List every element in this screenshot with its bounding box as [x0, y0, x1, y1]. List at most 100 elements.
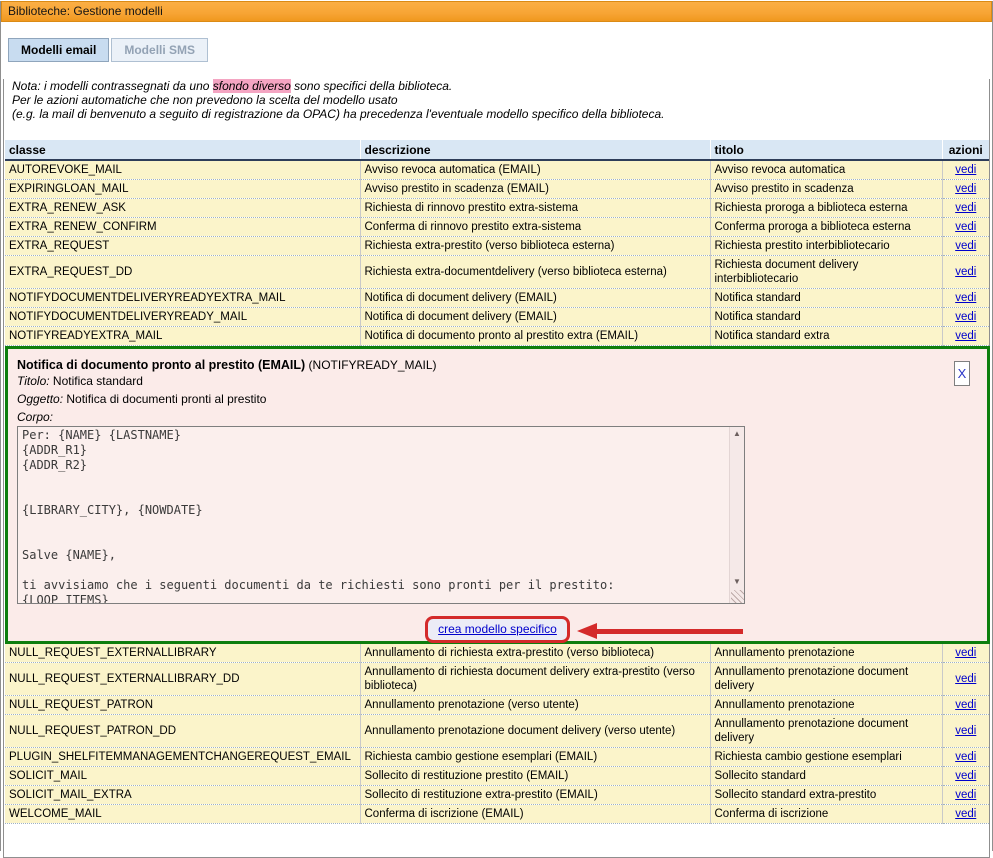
cell-azioni: vedi — [942, 199, 989, 218]
cell-descrizione: Richiesta di rinnovo prestito extra-sist… — [360, 199, 710, 218]
table-row: WELCOME_MAILConferma di iscrizione (EMAI… — [5, 805, 989, 824]
cell-azioni: vedi — [942, 180, 989, 199]
vedi-link[interactable]: vedi — [955, 673, 976, 685]
annotation-arrow-icon — [577, 623, 743, 639]
cell-azioni: vedi — [942, 715, 989, 748]
cell-descrizione: Annullamento di richiesta document deliv… — [360, 663, 710, 696]
crea-modello-specifico-link[interactable]: crea modello specifico — [438, 622, 557, 636]
table-row: NULL_REQUEST_EXTERNALLIBRARY_DDAnnullame… — [5, 663, 989, 696]
column-header-titolo: titolo — [710, 140, 942, 160]
cell-azioni: vedi — [942, 160, 989, 180]
cell-classe: EXTRA_RENEW_CONFIRM — [5, 218, 360, 237]
vedi-link[interactable]: vedi — [955, 770, 976, 782]
textarea-scrollbar[interactable]: ▲ ▼ — [729, 427, 744, 603]
cell-descrizione: Notifica di documento pronto al prestito… — [360, 327, 710, 346]
cell-titolo: Annullamento prenotazione document deliv… — [710, 715, 942, 748]
cell-titolo: Richiesta prestito interbibliotecario — [710, 237, 942, 256]
cell-azioni: vedi — [942, 308, 989, 327]
vedi-link[interactable]: vedi — [955, 789, 976, 801]
table-row: NOTIFYDOCUMENTDELIVERYREADY_MAIL Notifica… — [5, 308, 989, 327]
detail-title: Notifica di documento pronto al prestito… — [17, 358, 987, 372]
body-textarea-wrapper: Per: {NAME} {LASTNAME} {ADDR_R1} {ADDR_R… — [17, 426, 745, 604]
table-row: PLUGIN_SHELFITEMMANAGEMENTCHANGEREQUEST_… — [5, 748, 989, 767]
cell-descrizione: Conferma di iscrizione (EMAIL) — [360, 805, 710, 824]
detail-oggetto-line: Oggetto: Notifica di documenti pronti al… — [17, 390, 987, 408]
table-header-row: classe descrizione titolo azioni — [5, 140, 989, 160]
cell-descrizione: Sollecito di restituzione extra-prestito… — [360, 786, 710, 805]
cell-titolo: Conferma di iscrizione — [710, 805, 942, 824]
detail-corpo-label: Corpo: — [17, 408, 987, 426]
cell-titolo: Sollecito standard extra-prestito — [710, 786, 942, 805]
vedi-link[interactable]: vedi — [955, 266, 976, 278]
vedi-link[interactable]: vedi — [955, 183, 976, 195]
cell-classe: SOLICIT_MAIL — [5, 767, 360, 786]
cell-titolo: Avviso prestito in scadenza — [710, 180, 942, 199]
table-row: NOTIFYDOCUMENTDELIVERYREADYEXTRA_MAILNot… — [5, 289, 989, 308]
note-line-2: Per le azioni automatiche che non preved… — [12, 93, 989, 107]
vedi-link[interactable]: vedi — [955, 751, 976, 763]
tab-modelli-email[interactable]: Modelli email — [8, 38, 109, 62]
cell-titolo: Notifica standard extra — [710, 327, 942, 346]
tab-modelli-sms[interactable]: Modelli SMS — [111, 38, 208, 62]
cell-classe: NULL_REQUEST_EXTERNALLIBRARY — [5, 644, 360, 663]
resize-grip-icon[interactable] — [731, 590, 744, 603]
window-title-bar: Biblioteche: Gestione modelli — [1, 1, 992, 22]
cell-classe: EXTRA_REQUEST — [5, 237, 360, 256]
vedi-link[interactable]: vedi — [955, 808, 976, 820]
page-title: Biblioteche: Gestione modelli — [8, 4, 163, 18]
cell-classe: NOTIFYREADYEXTRA_MAIL — [5, 327, 360, 346]
app-window: Biblioteche: Gestione modelli Modelli em… — [0, 1, 993, 851]
templates-table-upper: classe descrizione titolo azioni AUTOREV… — [5, 140, 989, 346]
cell-azioni: vedi — [942, 786, 989, 805]
vedi-link[interactable]: vedi — [955, 311, 976, 323]
vedi-link[interactable]: vedi — [955, 330, 976, 342]
cell-titolo: Richiesta cambio gestione esemplari — [710, 748, 942, 767]
tab-label: Modelli email — [21, 43, 96, 57]
cell-azioni: vedi — [942, 805, 989, 824]
cell-descrizione: Notifica di document delivery (EMAIL) — [360, 289, 710, 308]
cell-azioni: vedi — [942, 218, 989, 237]
cell-classe: AUTOREVOKE_MAIL — [5, 160, 360, 180]
tab-label: Modelli SMS — [124, 43, 195, 57]
table-row: EXTRA_RENEW_CONFIRMConferma di rinnovo p… — [5, 218, 989, 237]
cell-classe: EXPIRINGLOAN_MAIL — [5, 180, 360, 199]
vedi-link[interactable]: vedi — [955, 292, 976, 304]
vedi-link[interactable]: vedi — [955, 240, 976, 252]
cell-classe: WELCOME_MAIL — [5, 805, 360, 824]
vedi-link[interactable]: vedi — [955, 164, 976, 176]
scroll-up-icon[interactable]: ▲ — [730, 427, 744, 441]
table-row: AUTOREVOKE_MAILAvviso revoca automatica … — [5, 160, 989, 180]
cell-azioni: vedi — [942, 748, 989, 767]
close-button[interactable]: X — [954, 361, 970, 386]
cell-titolo: Notifica standard — [710, 289, 942, 308]
table-row: SOLICIT_MAIL_EXTRASollecito di restituzi… — [5, 786, 989, 805]
vedi-link[interactable]: vedi — [955, 647, 976, 659]
cell-titolo: Annullamento prenotazione — [710, 644, 942, 663]
cell-classe: EXTRA_RENEW_ASK — [5, 199, 360, 218]
detail-oggetto-value: Notifica di documenti pronti al prestito — [66, 392, 266, 406]
cell-descrizione: Avviso prestito in scadenza (EMAIL) — [360, 180, 710, 199]
cell-classe: NOTIFYDOCUMENTDELIVERYREADYEXTRA_MAIL — [5, 289, 360, 308]
cell-titolo: Richiesta proroga a biblioteca esterna — [710, 199, 942, 218]
cell-azioni: vedi — [942, 663, 989, 696]
body-textarea[interactable]: Per: {NAME} {LASTNAME} {ADDR_R1} {ADDR_R… — [17, 426, 745, 604]
vedi-link[interactable]: vedi — [955, 725, 976, 737]
vedi-link[interactable]: vedi — [955, 699, 976, 711]
annotation-highlight-box: crea modello specifico — [425, 616, 570, 643]
cell-titolo: Notifica standard — [710, 308, 942, 327]
cell-descrizione: Richiesta cambio gestione esemplari (EMA… — [360, 748, 710, 767]
cell-titolo: Avviso revoca automatica — [710, 160, 942, 180]
column-header-classe: classe — [5, 140, 360, 160]
vedi-link[interactable]: vedi — [955, 221, 976, 233]
vedi-link[interactable]: vedi — [955, 202, 976, 214]
cell-azioni: vedi — [942, 256, 989, 289]
cell-titolo: Richiesta document delivery interbibliot… — [710, 256, 942, 289]
table-row: NOTIFYREADYEXTRA_MAILNotifica di documen… — [5, 327, 989, 346]
cell-descrizione: Avviso revoca automatica (EMAIL) — [360, 160, 710, 180]
table-row: NULL_REQUEST_PATRONAnnullamento prenotaz… — [5, 696, 989, 715]
scroll-down-icon[interactable]: ▼ — [730, 575, 744, 589]
cell-classe: NULL_REQUEST_PATRON_DD — [5, 715, 360, 748]
note-line-3: (e.g. la mail di benvenuto a seguito di … — [12, 107, 989, 121]
cell-classe: NOTIFYDOCUMENTDELIVERYREADY_MAIL — [5, 308, 360, 327]
cell-classe: NULL_REQUEST_PATRON — [5, 696, 360, 715]
